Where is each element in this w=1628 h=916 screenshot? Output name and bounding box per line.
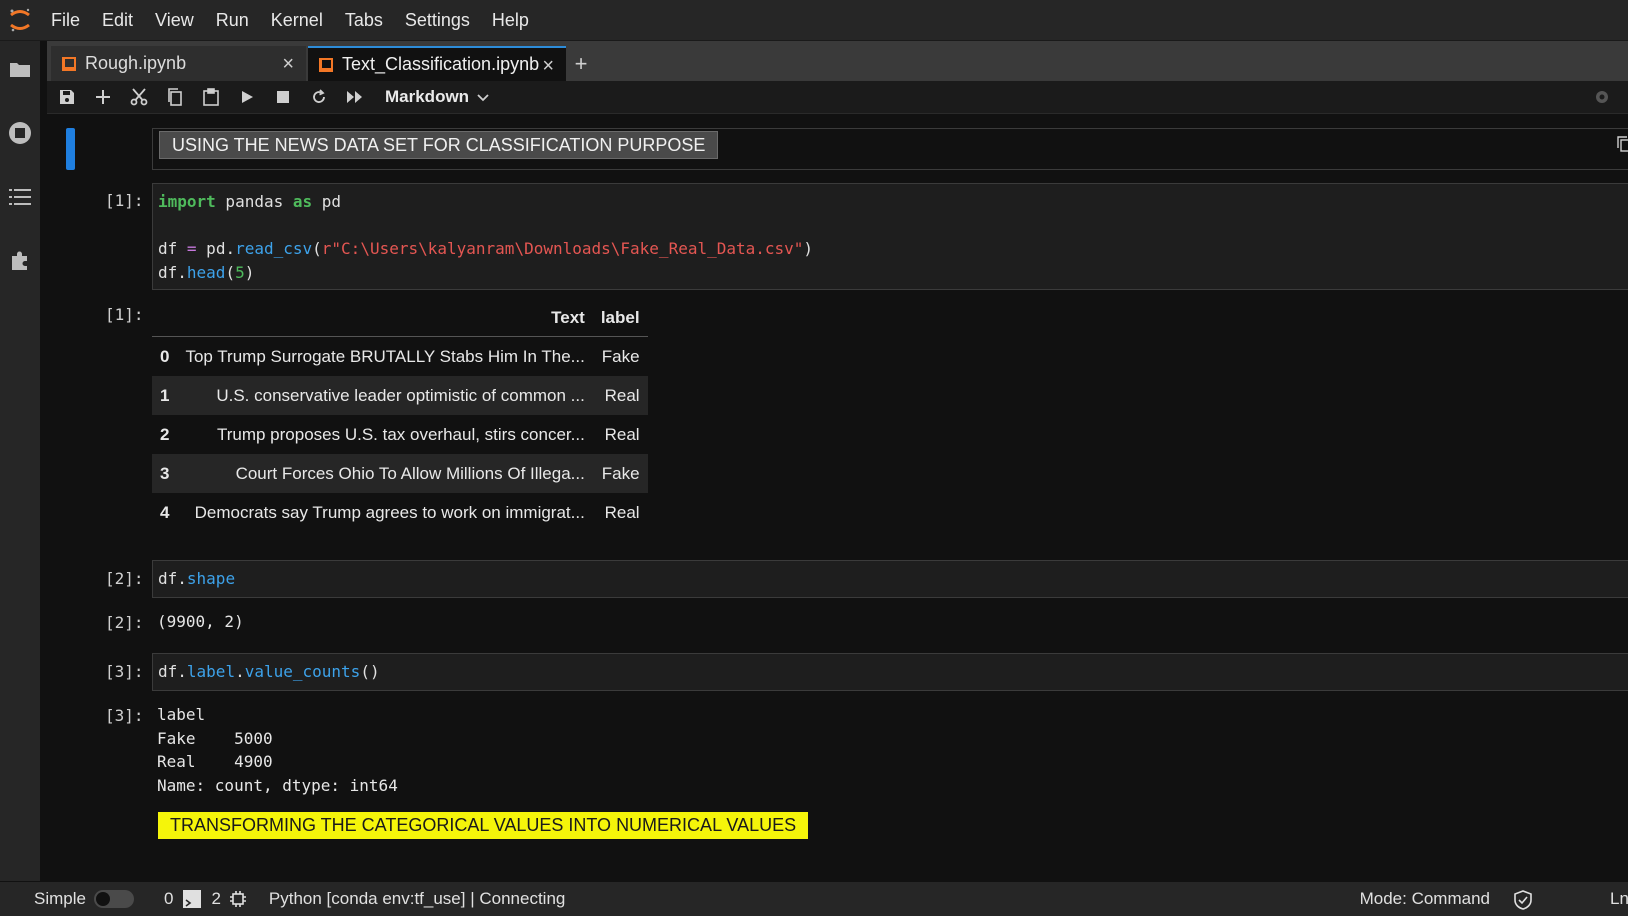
tab-label: Rough.ipynb [85,53,187,73]
menu-kernel[interactable]: Kernel [260,0,334,40]
copy-cell-icon[interactable] [1617,136,1628,157]
insert-cell-plus-icon[interactable] [85,81,121,113]
line-column-indicator: Ln [1610,889,1628,908]
markdown-cell[interactable]: USING THE NEWS DATA SET FOR CLASSIFICATI… [152,128,1628,170]
table-cell-text: Top Trump Surrogate BRUTALLY Stabs Him I… [185,346,585,366]
terminals-count: 0 [163,889,174,908]
save-icon[interactable] [49,81,85,113]
notebook-panel: USING THE NEWS DATA SET FOR CLASSIFICATI… [47,114,1628,881]
table-cell-text: Democrats say Trump agrees to work on im… [194,502,585,522]
menu-file[interactable]: File [40,0,91,40]
table-header-index [152,300,178,337]
active-cell-indicator [66,128,75,170]
code-cell-shape[interactable]: df.shape [152,560,1628,598]
code-cell-value-counts[interactable]: df.label.value_counts() [152,653,1628,691]
table-row: 1 U.S. conservative leader optimistic of… [152,376,648,415]
markdown-heading: USING THE NEWS DATA SET FOR CLASSIFICATI… [159,131,719,159]
chevron-down-icon [477,87,489,107]
table-cell-label: Real [604,424,640,444]
menu-edit[interactable]: Edit [91,0,144,40]
tab-label: Text_Classification.ipynb [342,54,540,74]
notebook-icon [61,56,77,72]
new-tab-button[interactable]: + [566,46,596,81]
table-cell-text: Court Forces Ohio To Allow Millions Of I… [177,454,593,493]
markdown-heading-highlighted[interactable]: TRANSFORMING THE CATEGORICAL VALUES INTO… [158,812,809,839]
close-icon[interactable]: × [282,53,294,76]
dataframe-table: Text label 0 Top Trump Surrogate BRUTALL… [152,300,648,532]
folder-icon[interactable] [6,55,34,83]
fast-forward-icon[interactable] [337,81,373,113]
close-icon[interactable]: × [542,55,554,78]
menu-bar: File Edit View Run Kernel Tabs Settings … [0,0,1628,41]
jupyter-logo-icon [0,0,40,40]
table-cell-label: Fake [601,346,640,366]
table-row: 3 Court Forces Ohio To Allow Millions Of… [152,454,648,493]
menu-help[interactable]: Help [481,0,540,40]
paste-clipboard-icon[interactable] [193,81,229,113]
table-header-text: Text [177,300,593,337]
table-cell-text: Trump proposes U.S. tax overhaul, stirs … [216,424,585,444]
table-header-row: Text label [152,300,648,337]
table-row: 4 Democrats say Trump agrees to work on … [152,493,648,532]
table-cell-index: 3 [152,454,178,493]
cell-type-label: Markdown [385,87,470,106]
table-row: 0 Top Trump Surrogate BRUTALLY Stabs Him… [152,337,648,377]
status-bar: Simple 0 2 Python [conda env:tf_use] | C… [0,882,1628,916]
cut-scissors-icon[interactable] [121,81,157,113]
table-cell-index: 1 [152,376,178,415]
main-area: Rough.ipynb × Text_Classification.ipynb … [47,41,1628,881]
table-cell-label: Real [604,502,640,522]
code-cell-read-csv[interactable]: import pandas as pd df = pd.read_csv(r"C… [152,183,1628,290]
menu-tabs[interactable]: Tabs [334,0,394,40]
table-cell-text: U.S. conservative leader optimistic of c… [177,376,593,415]
copy-icon[interactable] [157,81,193,113]
table-of-contents-icon[interactable] [6,183,34,211]
kernel-chip-icon[interactable] [229,890,247,908]
restart-icon[interactable] [301,81,337,113]
table-row: 2 Trump proposes U.S. tax overhaul, stir… [152,415,648,454]
kernel-status[interactable]: Python [conda env:tf_use] | Connecting [269,889,565,909]
left-sidebar [0,41,40,881]
simple-mode-toggle[interactable] [93,890,134,908]
table-cell-label: Real [592,376,648,415]
menu-view[interactable]: View [144,0,205,40]
notebook-icon [318,57,334,73]
table-cell-index: 0 [160,346,170,366]
run-play-icon[interactable] [229,81,265,113]
table-cell-label: Fake [592,454,648,493]
mode-indicator: Mode: Command [1359,889,1490,908]
shape-output: (9900, 2) [157,612,244,631]
kernel-status-gear-icon[interactable] [1594,89,1610,110]
table-cell-index: 4 [160,502,170,522]
tab-rough[interactable]: Rough.ipynb × [51,46,306,81]
notebook-toolbar: Markdown [47,81,1628,114]
running-kernels-icon[interactable] [6,119,34,147]
menu-run[interactable]: Run [205,0,260,40]
table-cell-index: 2 [160,424,170,444]
stop-icon[interactable] [265,81,301,113]
kernels-count: 2 [211,889,221,908]
menu-settings[interactable]: Settings [394,0,481,40]
simple-mode-label: Simple [34,889,86,908]
shield-icon[interactable] [1514,890,1532,915]
tab-bar: Rough.ipynb × Text_Classification.ipynb … [47,41,1628,81]
table-header-label: label [592,300,648,337]
extensions-puzzle-icon[interactable] [6,247,34,275]
cell-type-dropdown[interactable]: Markdown [385,87,489,107]
terminal-icon[interactable] [183,890,202,908]
tab-text-classification[interactable]: Text_Classification.ipynb × [308,46,566,81]
value-counts-output: label Fake 5000 Real 4900 Name: count, d… [157,705,398,795]
